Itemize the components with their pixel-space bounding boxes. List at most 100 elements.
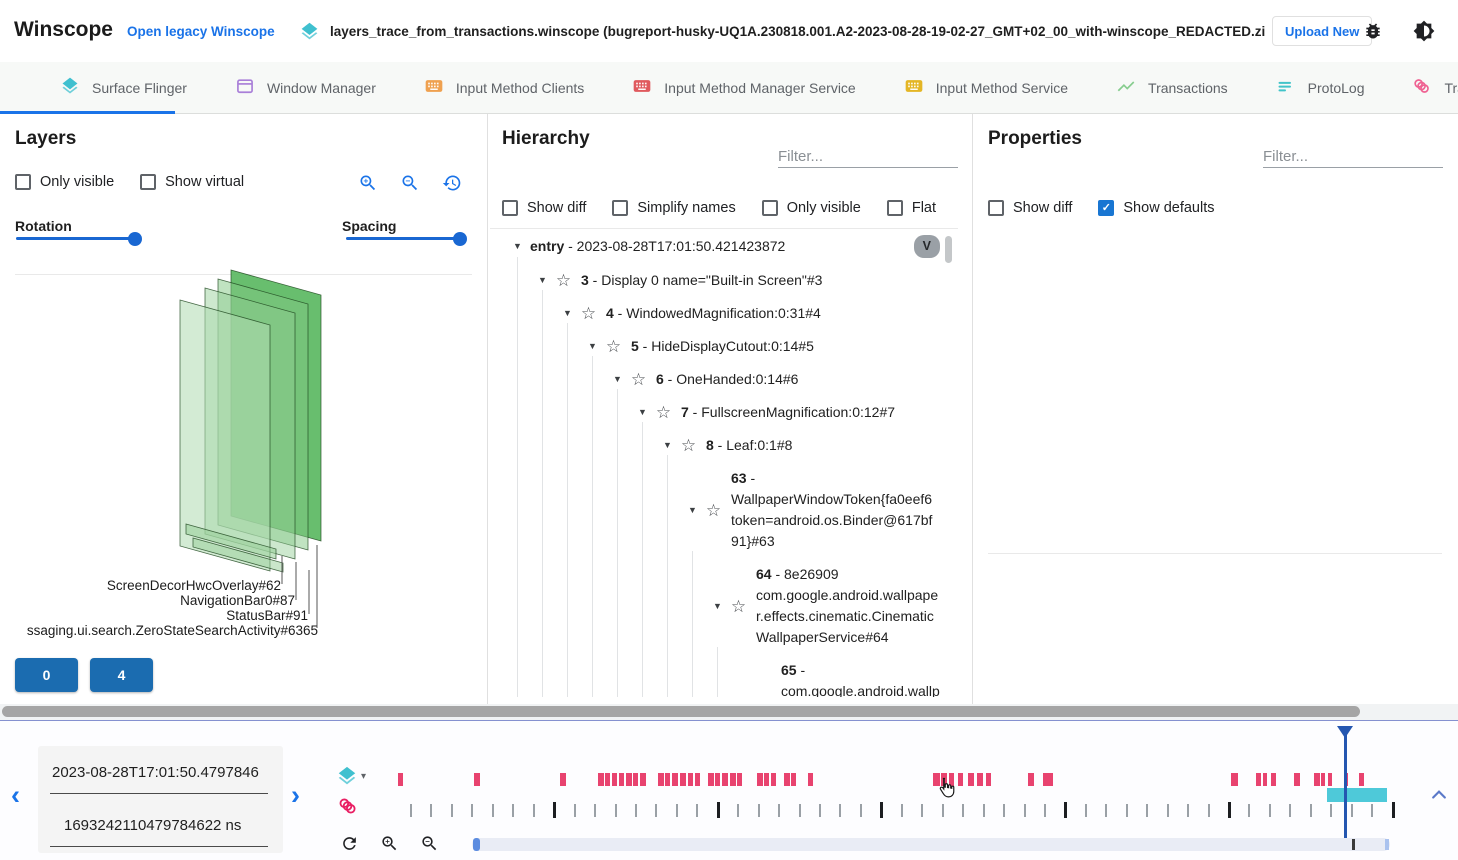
transition-marker[interactable]	[665, 773, 670, 786]
expand-arrow-icon[interactable]: ▼	[638, 402, 655, 423]
transition-marker[interactable]	[968, 773, 974, 786]
sf-entry-tick[interactable]	[451, 804, 453, 817]
refresh-icon[interactable]	[340, 834, 359, 853]
sf-entry-tick[interactable]	[1269, 804, 1271, 817]
upload-new-button[interactable]: Upload New	[1272, 16, 1372, 46]
pin-star-icon[interactable]: ☆	[555, 270, 572, 291]
tree-node-entry[interactable]: ▼entry - 2023-08-28T17:01:50.421423872V	[502, 233, 940, 260]
sf-entry-tick[interactable]	[635, 804, 637, 817]
expand-arrow-icon[interactable]: ▼	[513, 236, 530, 257]
zoom-range-start-marker[interactable]	[473, 838, 480, 851]
hierarchy-filter-input[interactable]	[778, 146, 958, 168]
transition-marker[interactable]	[771, 773, 776, 786]
transition-marker[interactable]	[977, 773, 983, 786]
transition-marker[interactable]	[1263, 773, 1267, 786]
properties-checkbox-show-diff[interactable]: Show diff	[988, 200, 1072, 216]
sf-entry-tick[interactable]	[533, 804, 535, 817]
previous-entry-button[interactable]: ‹	[11, 785, 20, 805]
tab-input-method-manager-service[interactable]: Input Method Manager Service	[608, 62, 879, 114]
expand-arrow-icon[interactable]: ▼	[563, 303, 580, 324]
transitions-trace-icon[interactable]	[337, 795, 359, 817]
collapse-timeline-icon[interactable]	[1429, 785, 1449, 805]
sf-entry-tick[interactable]	[962, 804, 964, 817]
sf-entry-tick[interactable]	[471, 804, 473, 817]
sf-entry-tick[interactable]	[778, 804, 780, 817]
sf-entry-tick[interactable]	[921, 804, 923, 817]
sf-entry-tick[interactable]	[799, 804, 801, 817]
transition-marker[interactable]	[560, 773, 566, 786]
expand-arrow-icon[interactable]: ▼	[688, 500, 705, 521]
sf-entry-tick[interactable]	[594, 804, 596, 817]
sf-entry-tick[interactable]	[1105, 804, 1107, 817]
sf-entry-tick[interactable]	[1085, 804, 1087, 817]
sf-entry-tick[interactable]	[1187, 804, 1189, 817]
pin-star-icon[interactable]: ☆	[680, 435, 697, 456]
timeline-zoom-range-bar[interactable]	[472, 838, 1390, 851]
hierarchy-checkbox-simplify-names[interactable]: Simplify names	[612, 200, 735, 216]
zoom-out-icon[interactable]	[420, 834, 439, 853]
sf-entry-tick[interactable]	[1392, 802, 1395, 818]
transition-marker[interactable]	[640, 773, 646, 786]
transition-marker[interactable]	[986, 773, 991, 786]
next-entry-button[interactable]: ›	[291, 785, 300, 805]
sf-entry-tick[interactable]	[1044, 804, 1046, 817]
transition-marker[interactable]	[612, 773, 617, 786]
checkbox-box[interactable]	[612, 200, 628, 216]
transition-marker[interactable]	[715, 773, 720, 786]
sf-entry-tick[interactable]	[492, 804, 494, 817]
transition-marker[interactable]	[1256, 773, 1261, 786]
tab-transitions[interactable]: Transitions	[1388, 62, 1458, 114]
checkbox-box[interactable]	[762, 200, 778, 216]
sf-entry-tick[interactable]	[1126, 804, 1128, 817]
expand-arrow-icon[interactable]: ▼	[663, 435, 680, 456]
sf-entry-tick[interactable]	[574, 804, 576, 817]
transition-marker[interactable]	[808, 773, 813, 786]
checkbox-box[interactable]	[502, 200, 518, 216]
pin-star-icon[interactable]: ☆	[730, 596, 747, 617]
dark-mode-toggle-icon[interactable]	[1413, 20, 1435, 42]
transition-marker[interactable]	[1231, 773, 1238, 786]
transition-marker[interactable]	[474, 773, 480, 786]
hierarchy-scrollbar[interactable]	[945, 236, 952, 263]
hierarchy-checkbox-flat[interactable]: Flat	[887, 200, 936, 216]
expand-arrow-icon[interactable]: ▼	[713, 596, 730, 617]
properties-filter-input[interactable]	[1263, 146, 1443, 168]
display-button-0[interactable]: 0	[15, 658, 78, 692]
sf-entry-tick[interactable]	[1208, 804, 1210, 817]
transition-marker[interactable]	[730, 773, 736, 786]
transition-marker[interactable]	[1314, 773, 1320, 786]
transition-marker[interactable]	[1271, 773, 1276, 786]
transition-marker[interactable]	[1359, 773, 1364, 786]
transition-marker[interactable]	[708, 773, 714, 786]
transition-marker[interactable]	[1049, 773, 1053, 786]
expand-arrow-icon[interactable]: ▼	[613, 369, 630, 390]
checkbox-box[interactable]	[887, 200, 903, 216]
sf-entry-tick[interactable]	[737, 804, 739, 817]
sf-entry-tick[interactable]	[1310, 804, 1312, 817]
transition-marker[interactable]	[598, 773, 604, 786]
sf-entry-tick[interactable]	[1167, 804, 1169, 817]
transition-marker[interactable]	[764, 773, 769, 786]
sf-entry-tick[interactable]	[839, 804, 841, 817]
checkbox-box[interactable]: ✓	[1098, 200, 1114, 216]
zoom-in-icon[interactable]	[380, 834, 399, 853]
tab-protolog[interactable]: ProtoLog	[1252, 62, 1389, 114]
pin-star-icon[interactable]: ☆	[655, 402, 672, 423]
trace-selector-caret-icon[interactable]: ▾	[361, 771, 366, 782]
horizontal-scrollbar-thumb[interactable]	[2, 706, 1360, 717]
pin-star-icon[interactable]: ☆	[705, 500, 722, 521]
bug-report-icon[interactable]	[1363, 21, 1383, 41]
transition-marker[interactable]	[633, 773, 638, 786]
sf-entry-tick[interactable]	[1330, 804, 1332, 817]
pin-star-icon[interactable]: ☆	[630, 369, 647, 390]
sf-entry-tick[interactable]	[942, 804, 944, 817]
zoom-range-end-marker[interactable]	[1385, 839, 1389, 850]
tab-window-manager[interactable]: Window Manager	[211, 62, 400, 114]
surface-flinger-trace-icon[interactable]	[336, 765, 358, 787]
sf-entry-tick[interactable]	[410, 804, 412, 817]
properties-checkbox-show-defaults[interactable]: ✓Show defaults	[1098, 200, 1214, 216]
transition-marker[interactable]	[784, 773, 790, 786]
timeline-cursor[interactable]	[1344, 727, 1347, 839]
sf-entry-tick[interactable]	[1289, 804, 1291, 817]
sf-entry-tick[interactable]	[696, 804, 698, 817]
